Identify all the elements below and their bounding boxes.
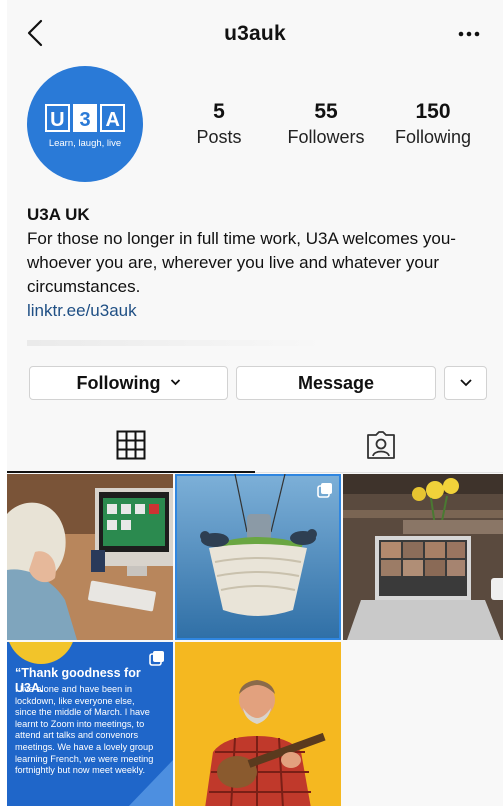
following-button[interactable]: Following (29, 366, 228, 400)
post-thumbnail[interactable] (343, 474, 503, 640)
stat-posts-count: 5 (213, 100, 225, 123)
suggested-accounts-button[interactable] (444, 366, 487, 400)
quote-body: I live alone and have been in lockdown, … (15, 684, 154, 776)
stat-followers-count: 55 (314, 100, 338, 123)
post-image-man-ukulele (175, 642, 341, 806)
stat-following-label: Following (394, 127, 472, 147)
profile-tabs (7, 414, 503, 473)
bio-link[interactable]: linktr.ee/u3auk (27, 299, 497, 323)
message-button[interactable]: Message (236, 366, 436, 400)
bio-text: For those no longer in full time work, U… (27, 229, 456, 296)
post-thumbnail[interactable] (7, 474, 173, 640)
chevron-down-icon (459, 379, 472, 387)
tab-tagged[interactable] (255, 414, 503, 472)
tab-grid[interactable] (7, 414, 255, 472)
logo-tagline: Learn, laugh, live (48, 138, 122, 149)
chevron-down-icon (170, 379, 180, 386)
grid-icon (116, 430, 146, 460)
logo-letter-u: U (45, 104, 70, 132)
username-title: u3auk (224, 22, 286, 45)
stat-posts[interactable]: 5 Posts (169, 100, 269, 150)
post-image-bird-feeder (175, 474, 341, 640)
stat-following-count: 150 (415, 100, 451, 123)
tagged-person-icon (367, 431, 395, 459)
post-image-laptop-zoom (343, 474, 503, 640)
profile-bio: U3A UK For those no longer in full time … (27, 203, 497, 323)
bio-divider (27, 340, 327, 346)
active-tab-indicator (7, 471, 255, 473)
stat-posts-label: Posts (196, 127, 242, 147)
post-thumbnail[interactable] (175, 474, 341, 640)
following-button-label: Following (76, 373, 161, 393)
post-image-woman-video-call (7, 474, 173, 640)
stat-followers[interactable]: 55 Followers (276, 100, 376, 150)
more-options-icon[interactable] (457, 24, 481, 44)
stat-following[interactable]: 150 Following (383, 100, 483, 150)
logo-letter-3: 3 (72, 104, 98, 132)
post-thumbnail[interactable] (175, 642, 341, 806)
multiple-posts-icon (149, 651, 164, 666)
profile-page: u3auk U 3 A Learn, laugh, live 5 Posts 5… (7, 0, 503, 806)
multiple-posts-icon (317, 483, 332, 498)
profile-avatar[interactable]: U 3 A Learn, laugh, live (27, 66, 143, 182)
logo-letter-a: A (100, 104, 126, 132)
profile-name: U3A UK (27, 205, 90, 224)
post-thumbnail[interactable]: “Thank goodness for U3A. I live alone an… (7, 642, 173, 806)
message-button-label: Message (297, 373, 375, 393)
profile-header: u3auk (7, 0, 503, 66)
stat-followers-label: Followers (287, 127, 365, 147)
u3a-logo: U 3 A (45, 104, 126, 132)
